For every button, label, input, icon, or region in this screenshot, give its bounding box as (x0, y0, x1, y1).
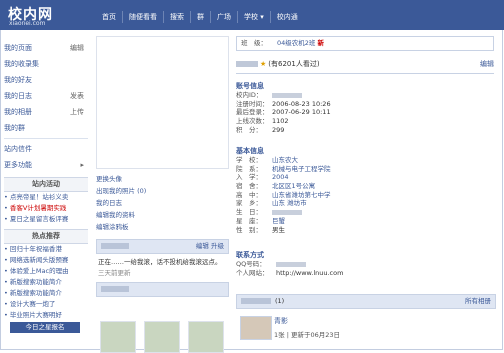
blurred-value (276, 261, 306, 267)
album-cover[interactable] (240, 316, 272, 340)
sidebar-item-albums[interactable]: 我的相册 上传 (4, 104, 88, 120)
account-info: 校内ID： 注册时间： 2006-08-23 10:26 最后登录： 2007-06… (236, 91, 331, 134)
new-badge: 新 (317, 39, 325, 47)
status-text: 正在……一给我滚，话不投机给我滚远点。 (98, 258, 222, 266)
nav-groups[interactable]: 群 (190, 11, 210, 23)
edit-link[interactable]: 编辑 (70, 40, 84, 56)
nav-home[interactable]: 首页 (96, 11, 122, 23)
hot-heading: 热点推荐 (4, 229, 88, 244)
divider (236, 73, 494, 74)
album-count: (1) (275, 297, 285, 305)
left-sidebar: 我的页面 编辑 我的收录集 我的好友 我的日志 发表 我的相册 上传 我的群 站内信件… (4, 40, 88, 321)
star-register-button[interactable]: 今日之星报名 (10, 322, 80, 333)
status-actions[interactable]: 编辑 升级 (196, 240, 224, 253)
expand-arrow-icon: ▸ (80, 161, 84, 169)
logo-domain: xiaonei.com (9, 20, 46, 27)
nav-search[interactable]: 搜索 (163, 11, 190, 23)
all-albums-link[interactable]: 所有相册 (465, 295, 491, 308)
friends-header (96, 282, 229, 297)
sidebar-item-more[interactable]: 更多功能 ▸ (4, 157, 88, 173)
profile-photo-column: 更换头像 出现我的照片 (0) 我的日志 编辑我的资料 编辑涂鸦板 编辑 升级 … (96, 36, 229, 297)
upload-link[interactable]: 上传 (70, 104, 84, 120)
sidebar-item-groups[interactable]: 我的群 (4, 120, 88, 136)
sidebar-item-my-page[interactable]: 我的页面 编辑 (4, 40, 88, 56)
basic-info: 学 校： 山东农大 院 系： 机械与电子工程学院 入 学： 2004 宿 舍： 北区区1… (236, 156, 331, 234)
albums-header: (1) 所有相册 (236, 294, 496, 309)
status-header: 编辑 升级 (96, 239, 229, 254)
nav-browse[interactable]: 随便看看 (122, 11, 163, 23)
hot-item[interactable]: • 回归十年祝福香港 (4, 244, 88, 255)
blurred-username (236, 61, 258, 67)
info-row: 生 日： (236, 208, 331, 217)
activities-heading: 站内活动 (4, 177, 88, 192)
my-blog-link[interactable]: 我的日志 (96, 197, 229, 209)
info-row: 宿 舍： 北区区1号公寓 (236, 182, 316, 191)
info-row: 上线次数： 1102 (236, 117, 289, 126)
friend-thumbnail[interactable] (188, 321, 224, 353)
nav-square[interactable]: 广场 (210, 11, 237, 23)
info-row: 个人网站： http://www.lnuu.com (236, 268, 344, 277)
account-info-title: 账号信息 (236, 82, 264, 90)
sidebar-item-friends[interactable]: 我的好友 (4, 72, 88, 88)
info-row: 性 别： 男生 (236, 225, 285, 234)
friend-thumbnail[interactable] (100, 321, 136, 353)
main-nav: 首页 随便看看 搜索群广场 学校 ▾ 校内通 (96, 11, 304, 25)
top-navigation-bar: 校内网 xiaonei.com 首页 随便看看 搜索群广场 学校 ▾ 校内通 (0, 0, 504, 30)
info-row: 积 分： 299 (236, 125, 285, 134)
nav-school[interactable]: 学校 ▾ (237, 11, 270, 23)
sidebar-item-messages[interactable]: 站内信件 (4, 141, 88, 157)
blurred-value (272, 209, 302, 215)
visit-count: (有6201人看过) (268, 60, 320, 68)
change-avatar-link[interactable]: 更换头像 (96, 173, 229, 185)
hot-item[interactable]: • 网络选新闻头版预赛 (4, 255, 88, 266)
divider (4, 138, 88, 139)
class-bar: 班 级： 04级农机2班 新 (236, 36, 494, 51)
album-update-info: 1张 | 更新于06月23日 (274, 331, 340, 339)
friend-thumbnails (96, 315, 229, 353)
blurred-value (272, 92, 302, 98)
sidebar-item-collections[interactable]: 我的收录集 (4, 56, 88, 72)
edit-profile-link[interactable]: 编辑我的资料 (96, 209, 229, 221)
blurred-name (101, 243, 129, 249)
friend-thumbnail[interactable] (144, 321, 180, 353)
info-row: 入 学： 2004 (236, 173, 289, 182)
status-time: 三天前更新 (98, 269, 131, 277)
blurred-name (101, 286, 129, 292)
status-box: 正在……一给我滚，话不投机给我滚远点。 三天前更新 (96, 254, 229, 282)
photos-of-me-link[interactable]: 出现我的照片 (0) (96, 185, 229, 197)
info-row: QQ号码： (236, 260, 343, 269)
activity-item[interactable]: • 点亮帝星！站衫义卖 (4, 192, 88, 203)
info-row: 最后登录： 2007-06-29 10:11 (236, 108, 331, 117)
album-item[interactable]: 青影 1张 | 更新于06月23日 (240, 313, 490, 349)
nav-xiaoneitong[interactable]: 校内通 (269, 11, 304, 23)
info-row: 学 校： 山东农大 (236, 156, 298, 164)
hot-item[interactable]: • 设计大赛一炮了 (4, 299, 88, 310)
star-icon: ★ (260, 60, 267, 68)
hot-item[interactable]: • 毕业照片大赛明好 (4, 310, 88, 321)
sidebar-item-blog[interactable]: 我的日志 发表 (4, 88, 88, 104)
info-row: 家 乡： 山东 潍坊市 (236, 199, 307, 208)
activity-item[interactable]: • 香客V计划暑期实践 (4, 203, 88, 214)
blurred-name (241, 298, 271, 304)
contact-title: 联系方式 (236, 251, 264, 259)
info-row: 校内ID： (236, 91, 331, 100)
hot-item[interactable]: • 新版搜索功能简介 (4, 277, 88, 288)
info-row: 星 座： 巨蟹 (236, 216, 285, 225)
edit-profile-button[interactable]: 编辑 (480, 58, 494, 70)
profile-info-column: 班 级： 04级农机2班 新 ★ (有6201人看过) 编辑 账号信息 校内ID： … (236, 36, 494, 277)
contact-info: QQ号码： 个人网站： http://www.lnuu.com (236, 260, 343, 277)
class-value[interactable]: 04级农机2班 (277, 39, 315, 47)
hot-item[interactable]: • 新版搜索功能简介 (4, 288, 88, 299)
class-label: 班 级： (241, 39, 267, 47)
edit-graffiti-link[interactable]: 编辑涂鸦板 (96, 221, 229, 233)
profile-photo[interactable] (96, 36, 229, 169)
name-bar: ★ (有6201人看过) 编辑 (236, 58, 494, 70)
hot-item[interactable]: • 体验爱上Mac的理由 (4, 266, 88, 277)
publish-link[interactable]: 发表 (70, 88, 84, 104)
basic-info-title: 基本信息 (236, 147, 264, 155)
album-name[interactable]: 青影 (274, 316, 288, 326)
activity-item[interactable]: • 夏日之星留言板评赛 (4, 214, 88, 225)
site-logo[interactable]: 校内网 xiaonei.com (3, 3, 79, 27)
